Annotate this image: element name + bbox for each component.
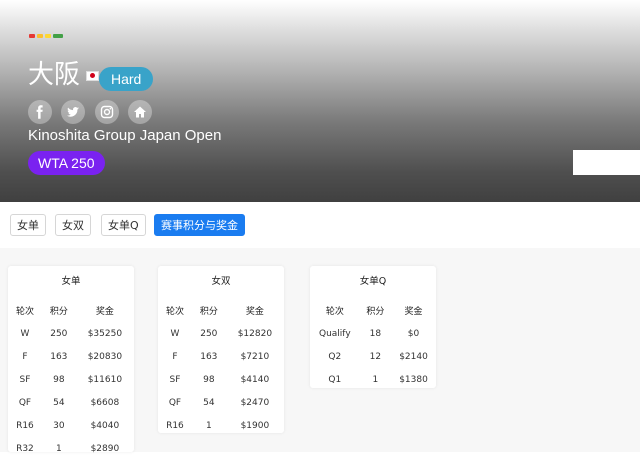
points-cell: 12	[369, 351, 382, 362]
prize-cell: $12820	[237, 328, 273, 339]
prize-cell: $2470	[240, 397, 270, 408]
points-cell: 98	[53, 374, 65, 385]
column-header-points: 积分	[366, 306, 385, 317]
round-cell: Q2	[328, 351, 342, 362]
tab-womens-doubles[interactable]: 女双	[55, 214, 91, 236]
round-cell: W	[170, 328, 180, 339]
points-cell: 98	[203, 374, 215, 385]
table-header-row: 轮次 积分 奖金	[310, 298, 436, 322]
points-cell: 1	[372, 374, 379, 385]
points-cell: 163	[50, 351, 68, 362]
points-cell: 54	[53, 397, 65, 408]
table-title: 女双	[211, 276, 231, 287]
points-cell: 18	[369, 328, 382, 339]
tournament-header: 大阪 Hard Kinoshita Group Japan Open WTA 2…	[0, 0, 640, 202]
column-header-round: 轮次	[325, 306, 344, 317]
prize-cell: $1380	[399, 374, 428, 385]
home-icon[interactable]	[128, 100, 152, 124]
table-header-row: 轮次 积分 奖金	[158, 298, 284, 322]
tournament-level-badge: WTA 250	[28, 151, 105, 175]
round-cell: R32	[16, 443, 34, 454]
points-cell: 30	[53, 420, 65, 431]
table-row: QF 54 $2470	[158, 391, 284, 414]
points-cell: 250	[200, 328, 218, 339]
prize-cell: $2890	[90, 443, 120, 454]
instagram-icon[interactable]	[95, 100, 119, 124]
twitter-icon[interactable]	[61, 100, 85, 124]
points-table-womens-singles-qualifying: 女单Q 轮次 积分 奖金 Qualify 18 $0 Q2 12 $2140 Q1 1 $1…	[310, 266, 436, 388]
column-header-points: 积分	[49, 306, 68, 317]
column-header-round: 轮次	[15, 306, 34, 317]
round-cell: SF	[19, 374, 31, 385]
table-row: R16 1 $1900	[158, 414, 284, 437]
round-cell: QF	[18, 397, 32, 408]
table-header-row: 轮次 积分 奖金	[8, 298, 134, 322]
japan-flag-icon	[86, 71, 99, 81]
tab-bar	[0, 202, 640, 248]
prize-cell: $11610	[87, 374, 123, 385]
column-header-prize: 奖金	[245, 306, 264, 317]
prize-cell: $4040	[90, 420, 120, 431]
points-cell: 250	[50, 328, 68, 339]
table-row: R32 1 $2890	[8, 437, 134, 460]
table-row: F 163 $7210	[158, 345, 284, 368]
points-table: 轮次 积分 奖金 W 250 $12820 F 163 $7210 SF 98 $4140 …	[158, 298, 284, 437]
prize-cell: $7210	[240, 351, 270, 362]
round-cell: R16	[16, 420, 34, 431]
prize-cell: $2140	[399, 351, 428, 362]
column-header-prize: 奖金	[95, 306, 114, 317]
brand-logo	[29, 30, 69, 42]
tab-points-and-prize-money[interactable]: 赛事积分与奖金	[154, 214, 245, 236]
prize-cell: $20830	[87, 351, 123, 362]
table-title: 女单Q	[359, 276, 387, 287]
table-row: F 163 $20830	[8, 345, 134, 368]
round-cell: Qualify	[319, 328, 351, 339]
table-row: W 250 $12820	[158, 322, 284, 345]
column-header-round: 轮次	[165, 306, 184, 317]
prize-cell: $4140	[240, 374, 270, 385]
table-row: Q1 1 $1380	[310, 368, 436, 391]
table-row: SF 98 $4140	[158, 368, 284, 391]
prize-cell: $1900	[240, 420, 270, 431]
round-cell: F	[172, 351, 178, 362]
column-header-prize: 奖金	[404, 306, 423, 317]
table-row: Q2 12 $2140	[310, 345, 436, 368]
city-name: 大阪	[28, 60, 81, 90]
points-table: 轮次 积分 奖金 W 250 $35250 F 163 $20830 SF 98 $1161…	[8, 298, 134, 460]
round-cell: SF	[169, 374, 181, 385]
round-cell: R16	[166, 420, 184, 431]
facebook-icon[interactable]	[28, 100, 52, 124]
round-cell: F	[22, 351, 28, 362]
round-cell: W	[20, 328, 30, 339]
points-cell: 1	[205, 420, 212, 431]
table-row: W 250 $35250	[8, 322, 134, 345]
table-row: Qualify 18 $0	[310, 322, 436, 345]
prize-cell: $35250	[87, 328, 123, 339]
table-row: R16 30 $4040	[8, 414, 134, 437]
table-row: SF 98 $11610	[8, 368, 134, 391]
column-header-points: 积分	[199, 306, 218, 317]
table-row: QF 54 $6608	[8, 391, 134, 414]
header-right-panel	[573, 150, 640, 175]
round-cell: QF	[168, 397, 182, 408]
tab-womens-singles-qualifying[interactable]: 女单Q	[101, 214, 146, 236]
table-title: 女单	[61, 276, 81, 287]
points-cell: 163	[200, 351, 218, 362]
surface-badge: Hard	[99, 67, 154, 91]
points-table: 轮次 积分 奖金 Qualify 18 $0 Q2 12 $2140 Q1 1 $1380	[310, 298, 436, 391]
round-cell: Q1	[328, 374, 342, 385]
points-table-womens-singles: 女单 轮次 积分 奖金 W 250 $35250 F 163 $20830 SF 98 $1…	[8, 266, 134, 454]
prize-cell: $6608	[90, 397, 120, 408]
points-cell: 1	[55, 443, 62, 454]
tab-womens-singles[interactable]: 女单	[10, 214, 46, 236]
points-cell: 54	[203, 397, 215, 408]
prize-cell: $0	[407, 328, 420, 339]
tournament-name: Kinoshita Group Japan Open	[28, 127, 222, 144]
points-table-womens-doubles: 女双 轮次 积分 奖金 W 250 $12820 F 163 $7210 SF 98 $41…	[158, 266, 284, 433]
